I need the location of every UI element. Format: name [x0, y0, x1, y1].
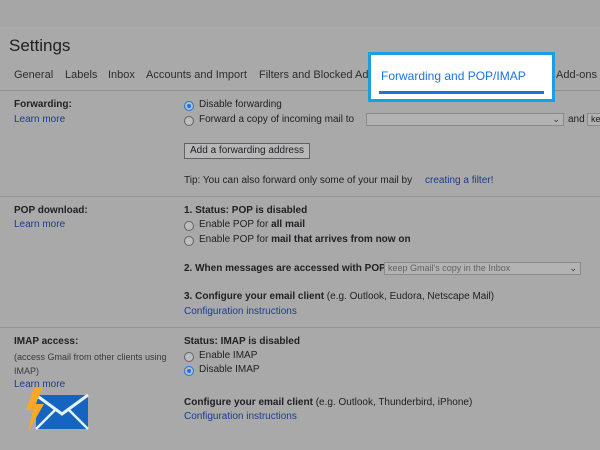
pop-all-mail-radio[interactable]: [184, 221, 194, 231]
add-forwarding-address-button[interactable]: Add a forwarding address: [184, 143, 310, 159]
tab-forwarding-pop-imap[interactable]: Forwarding and POP/IMAP: [368, 52, 555, 102]
tab-general[interactable]: General: [14, 69, 53, 81]
disable-forwarding-radio[interactable]: [184, 101, 194, 111]
pop-configuration-instructions-link[interactable]: Configuration instructions: [184, 306, 297, 317]
disable-forwarding-label: Disable forwarding: [199, 99, 282, 110]
pop-configure-text: 3. Configure your email client (e.g. Out…: [184, 291, 495, 302]
chevron-down-icon: ⌄: [552, 114, 560, 124]
forwarding-label: Forwarding:: [14, 99, 72, 110]
tab-filters-and-blocked[interactable]: Filters and Blocked Ad: [259, 69, 368, 81]
enable-imap-radio[interactable]: [184, 352, 194, 362]
imap-access-label: IMAP access:: [14, 336, 79, 347]
pop-learn-more-link[interactable]: Learn more: [14, 219, 65, 230]
pop-accessed-select-value: keep Gmail's copy in the Inbox: [388, 263, 511, 273]
imap-configuration-instructions-link[interactable]: Configuration instructions: [184, 411, 297, 422]
pop-download-label: POP download:: [14, 205, 88, 216]
forward-copy-radio[interactable]: [184, 116, 194, 126]
forward-action-select[interactable]: ke: [587, 113, 600, 126]
tab-add-ons[interactable]: Add-ons: [556, 69, 597, 81]
pop-from-now-radio[interactable]: [184, 236, 194, 246]
tab-labels[interactable]: Labels: [65, 69, 97, 81]
pop-from-now-label: Enable POP for mail that arrives from no…: [199, 234, 411, 245]
tab-inbox[interactable]: Inbox: [108, 69, 135, 81]
pop-status: 1. Status: POP is disabled: [184, 205, 308, 216]
imap-access-description: (access Gmail from other clients using IM…: [14, 352, 167, 376]
forward-address-select[interactable]: ⌄: [366, 113, 564, 126]
section-divider: [0, 327, 600, 328]
imap-status: Status: IMAP is disabled: [184, 336, 300, 347]
mail-lightning-logo-icon: [26, 388, 89, 432]
pop-all-mail-label: Enable POP for all mail: [199, 219, 305, 230]
pop-accessed-select[interactable]: keep Gmail's copy in the Inbox ⌄: [384, 262, 581, 275]
section-divider: [0, 196, 600, 197]
top-band: [0, 0, 600, 27]
chevron-down-icon: ⌄: [569, 263, 577, 273]
page-title: Settings: [9, 36, 71, 55]
disable-imap-label: Disable IMAP: [199, 364, 260, 375]
forward-and-text: and: [568, 114, 585, 125]
disable-imap-radio[interactable]: [184, 366, 194, 376]
pop-accessed-label: 2. When messages are accessed with POP: [184, 263, 386, 274]
tab-accounts-and-import[interactable]: Accounts and Import: [146, 69, 247, 81]
enable-imap-label: Enable IMAP: [199, 350, 258, 361]
forwarding-tip-text: Tip: You can also forward only some of y…: [184, 175, 413, 186]
imap-configure-text: Configure your email client (e.g. Outloo…: [184, 397, 473, 408]
tab-forwarding-label: Forwarding and POP/IMAP: [381, 69, 526, 83]
active-tab-underline: [379, 91, 544, 94]
forwarding-learn-more-link[interactable]: Learn more: [14, 114, 65, 125]
creating-filter-link[interactable]: creating a filter!: [425, 175, 493, 186]
forward-copy-label: Forward a copy of incoming mail to: [199, 114, 355, 125]
